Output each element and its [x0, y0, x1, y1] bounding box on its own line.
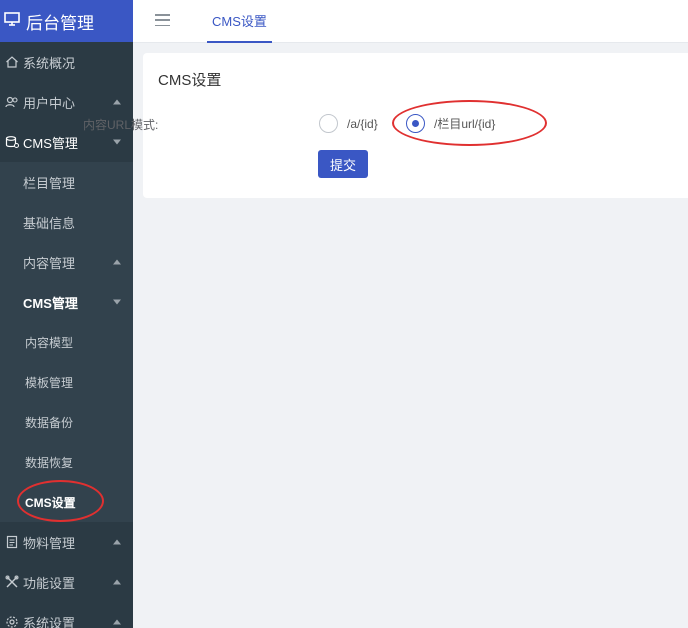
menu-toggle-icon[interactable] — [155, 14, 170, 26]
monitor-icon — [4, 11, 26, 32]
sidebar-item-label: 数据备份 — [25, 415, 74, 430]
sidebar-item-basic-info[interactable]: 基础信息 — [0, 202, 133, 242]
sidebar-item-label: 栏目管理 — [23, 175, 76, 191]
sidebar-item-label: CMS管理 — [23, 135, 78, 151]
home-icon — [4, 55, 19, 70]
sidebar-item-materials[interactable]: 物料管理 — [0, 522, 133, 562]
brand-title: 后台管理 — [26, 13, 94, 33]
chevron-down-icon — [113, 139, 121, 145]
app-root: 后台管理 系统概况 用户中心 CMS管理 栏目管理 基础信息 内容管理 CMS管… — [0, 0, 688, 628]
radio-option-id[interactable]: /a/{id} — [319, 114, 378, 133]
radio-option-column-url[interactable]: /栏目url/{id} — [406, 114, 495, 133]
sidebar-item-label: 内容管理 — [23, 255, 76, 271]
topbar: CMS设置 — [133, 0, 688, 43]
sidebar-item-column-management[interactable]: 栏目管理 — [0, 162, 133, 202]
gear-icon — [4, 615, 19, 628]
sidebar-item-label: 模板管理 — [25, 375, 74, 390]
radio-label: /a/{id} — [347, 116, 378, 131]
chevron-up-icon — [113, 259, 121, 265]
brand[interactable]: 后台管理 — [0, 0, 133, 42]
tools-icon — [4, 575, 19, 590]
sidebar-item-content-model[interactable]: 内容模型 — [0, 322, 133, 362]
submit-button[interactable]: 提交 — [318, 150, 368, 178]
document-icon — [4, 535, 19, 550]
tab-cms-settings[interactable]: CMS设置 — [207, 0, 272, 43]
sidebar-item-label: 系统概况 — [23, 55, 76, 71]
cms-icon — [4, 135, 19, 150]
sidebar-item-label: 系统设置 — [23, 615, 76, 628]
sidebar-item-cms-sub[interactable]: CMS管理 — [0, 282, 133, 322]
sidebar-item-overview[interactable]: 系统概况 — [0, 42, 133, 82]
sidebar-item-label: 数据恢复 — [25, 455, 74, 470]
radio-circle-checked[interactable] — [406, 114, 425, 133]
chevron-up-icon — [113, 579, 121, 585]
sidebar-item-label: 用户中心 — [23, 95, 76, 111]
sidebar-item-template-management[interactable]: 模板管理 — [0, 362, 133, 402]
chevron-down-icon — [113, 299, 121, 305]
chevron-up-icon — [113, 99, 121, 105]
sidebar-item-label: 内容模型 — [25, 335, 74, 350]
sidebar-item-function-settings[interactable]: 功能设置 — [0, 562, 133, 602]
sidebar-item-label: CMS管理 — [23, 295, 78, 311]
chevron-up-icon — [113, 619, 121, 625]
sidebar-item-system-settings[interactable]: 系统设置 — [0, 602, 133, 628]
url-mode-label: 内容URL模式: — [83, 118, 159, 132]
sidebar-item-label: 基础信息 — [23, 215, 76, 231]
card-title: CMS设置 — [158, 72, 222, 89]
chevron-up-icon — [113, 539, 121, 545]
sidebar-item-data-restore[interactable]: 数据恢复 — [0, 442, 133, 482]
sidebar-item-data-backup[interactable]: 数据备份 — [0, 402, 133, 442]
sidebar-item-label: 物料管理 — [23, 535, 76, 551]
radio-circle[interactable] — [319, 114, 338, 133]
radio-label: /栏目url/{id} — [434, 117, 496, 131]
sidebar: 后台管理 系统概况 用户中心 CMS管理 栏目管理 基础信息 内容管理 CMS管… — [0, 0, 133, 628]
sidebar-item-label: CMS设置 — [25, 495, 76, 510]
sidebar-item-label: 功能设置 — [23, 575, 76, 591]
sidebar-item-cms-settings[interactable]: CMS设置 — [0, 482, 133, 522]
sidebar-item-content-management[interactable]: 内容管理 — [0, 242, 133, 282]
users-icon — [4, 95, 19, 110]
